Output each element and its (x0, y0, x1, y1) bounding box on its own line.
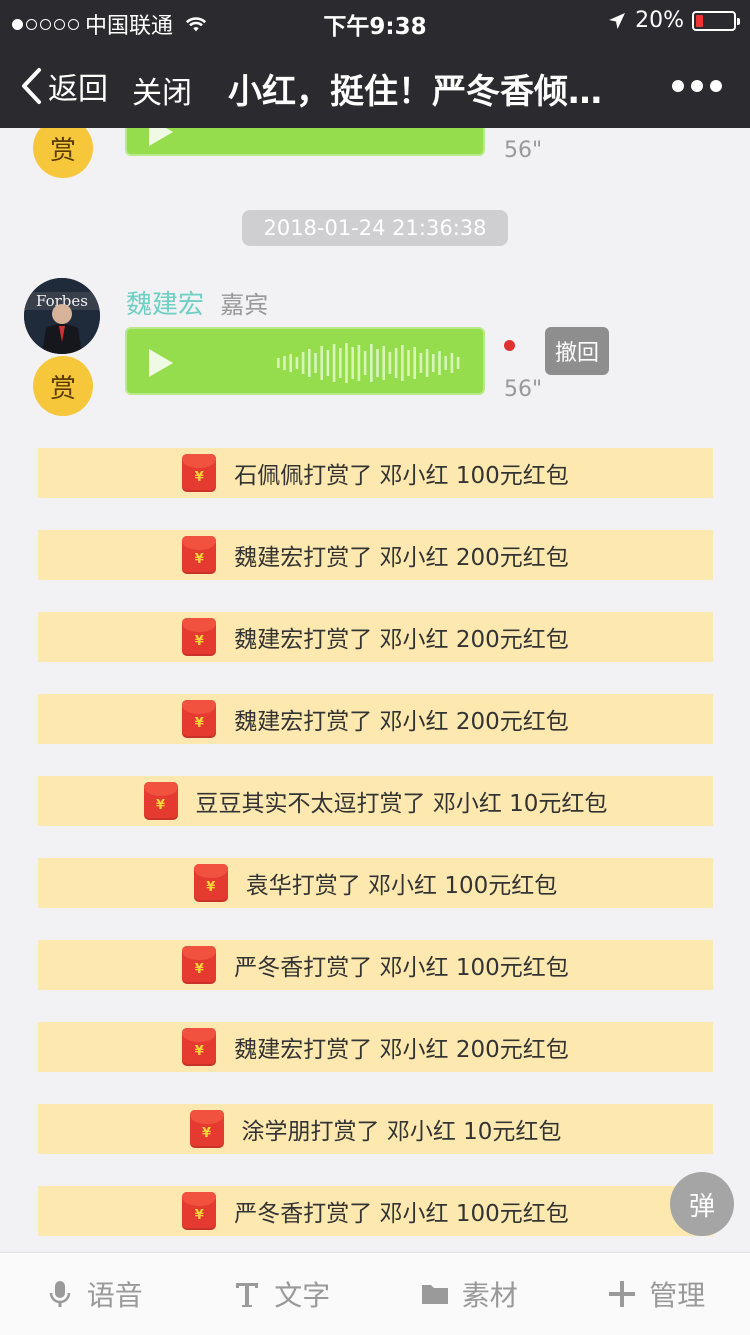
more-dot-icon (710, 80, 722, 92)
close-button[interactable]: 关闭 (132, 68, 192, 112)
reward-notice: ¥ 袁华打赏了 邓小红 100元红包 (38, 858, 713, 908)
reward-notice: ¥ 严冬香打赏了 邓小红 100元红包 (38, 940, 713, 990)
plus-icon (607, 1279, 637, 1309)
waveform-icon (277, 341, 467, 385)
bottom-toolbar: 语音 文字 素材 管理 (0, 1252, 750, 1335)
reward-notice: ¥ 魏建宏打赏了 邓小红 200元红包 (38, 1022, 713, 1072)
voice-message[interactable] (125, 327, 485, 395)
reward-notice: ¥ 严冬香打赏了 邓小红 100元红包 (38, 1186, 713, 1236)
more-dot-icon (691, 80, 703, 92)
reward-notice-text: 石佩佩打赏了 邓小红 100元红包 (234, 456, 569, 490)
reward-button[interactable]: 赏 (33, 356, 93, 416)
reward-notice-text: 袁华打赏了 邓小红 100元红包 (246, 866, 558, 900)
reward-notice-text: 魏建宏打赏了 邓小红 200元红包 (234, 1030, 569, 1064)
reward-notice: ¥ 涂学朋打赏了 邓小红 10元红包 (38, 1104, 713, 1154)
red-envelope-icon: ¥ (182, 536, 216, 574)
location-arrow-icon (607, 11, 627, 31)
reward-notice: ¥ 魏建宏打赏了 邓小红 200元红包 (38, 612, 713, 662)
reward-notice: ¥ 魏建宏打赏了 邓小红 200元红包 (38, 530, 713, 580)
red-envelope-icon: ¥ (182, 454, 216, 492)
red-envelope-icon: ¥ (144, 782, 178, 820)
reward-notice-text: 魏建宏打赏了 邓小红 200元红包 (234, 538, 569, 572)
reward-notice-text: 豆豆其实不太逗打赏了 邓小红 10元红包 (196, 784, 608, 818)
reward-notice: ¥ 石佩佩打赏了 邓小红 100元红包 (38, 448, 713, 498)
red-envelope-icon: ¥ (194, 864, 228, 902)
battery-level (696, 15, 703, 27)
red-envelope-icon: ¥ (182, 1028, 216, 1066)
red-envelope-icon: ¥ (182, 946, 216, 984)
tool-text-label: 文字 (274, 1274, 330, 1314)
nav-bar: 返回 关闭 小红，挺住！严冬香倾… (0, 42, 750, 128)
play-icon (149, 128, 173, 146)
reward-notice: ¥ 豆豆其实不太逗打赏了 邓小红 10元红包 (38, 776, 713, 826)
unread-dot (504, 340, 515, 351)
tool-text[interactable]: 文字 (188, 1253, 376, 1335)
reward-notice-text: 严冬香打赏了 邓小红 100元红包 (234, 948, 569, 982)
tool-voice[interactable]: 语音 (0, 1253, 188, 1335)
danmu-toggle-button[interactable]: 弹 (670, 1172, 734, 1236)
reward-notice: ¥ 魏建宏打赏了 邓小红 200元红包 (38, 694, 713, 744)
reward-notice-text: 严冬香打赏了 邓小红 100元红包 (234, 1194, 569, 1228)
status-bar-right: 20% (607, 8, 736, 33)
text-icon (232, 1279, 262, 1309)
prev-voice-duration: 56" (504, 138, 542, 163)
page-title: 小红，挺住！严冬香倾… (228, 64, 638, 113)
back-label: 返回 (48, 64, 108, 108)
reward-notice-text: 魏建宏打赏了 邓小红 200元红包 (234, 620, 569, 654)
status-bar: 中国联通 下午9:38 20% (0, 0, 750, 42)
red-envelope-icon: ¥ (182, 618, 216, 656)
reward-notice-text: 涂学朋打赏了 邓小红 10元红包 (242, 1112, 562, 1146)
tool-material-label: 素材 (462, 1274, 518, 1314)
voice-duration: 56" (504, 377, 542, 402)
sender-info: 魏建宏 嘉宾 (126, 284, 268, 321)
sender-name[interactable]: 魏建宏 (126, 290, 204, 320)
battery-percent: 20% (635, 8, 684, 33)
avatar[interactable]: Forbes (24, 278, 100, 354)
tool-voice-label: 语音 (87, 1274, 143, 1314)
more-dot-icon (672, 80, 684, 92)
red-envelope-icon: ¥ (190, 1110, 224, 1148)
chevron-left-icon (20, 67, 42, 105)
microphone-icon (45, 1279, 75, 1309)
tool-material[interactable]: 素材 (375, 1253, 563, 1335)
folder-icon (420, 1279, 450, 1309)
chat-area[interactable]: 赏 56" 2018-01-24 21:36:38 Forbes 魏建宏 嘉宾 … (0, 128, 750, 1252)
recall-button[interactable]: 撤回 (545, 327, 609, 375)
play-icon (149, 349, 173, 377)
message-timestamp: 2018-01-24 21:36:38 (242, 210, 508, 246)
tool-manage-label: 管理 (649, 1274, 705, 1314)
back-button[interactable]: 返回 (20, 64, 108, 108)
prev-voice-message[interactable] (125, 128, 485, 156)
prev-reward-button[interactable]: 赏 (33, 128, 93, 178)
red-envelope-icon: ¥ (182, 1192, 216, 1230)
avatar-image: Forbes (24, 278, 100, 354)
more-options-button[interactable] (672, 80, 722, 92)
tool-manage[interactable]: 管理 (563, 1253, 750, 1335)
reward-notice-text: 魏建宏打赏了 邓小红 200元红包 (234, 702, 569, 736)
sender-role: 嘉宾 (220, 291, 268, 319)
battery-icon (692, 11, 736, 31)
red-envelope-icon: ¥ (182, 700, 216, 738)
